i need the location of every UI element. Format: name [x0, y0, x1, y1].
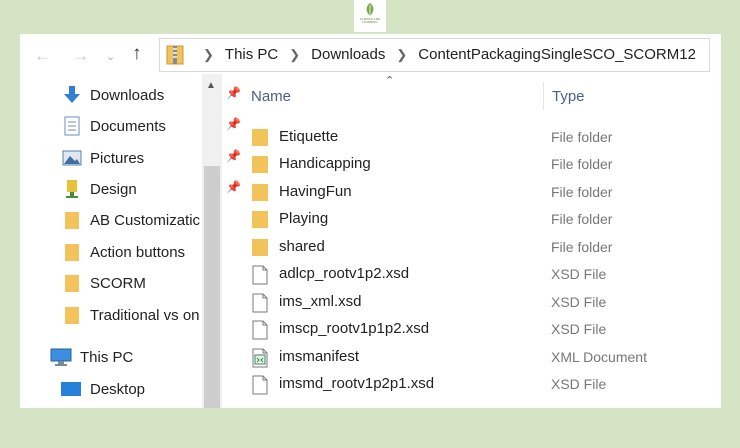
- file-type: XSD File: [551, 266, 607, 282]
- file-name: imsmanifest: [279, 348, 360, 365]
- navigation-pane: Downloads 📌 Documents 📌 Pictures 📌 Desig…: [20, 74, 241, 408]
- zip-folder-icon: [166, 45, 184, 65]
- sidebar-item-label: Action buttons: [90, 243, 186, 261]
- file-row[interactable]: Playing File folder: [223, 206, 721, 232]
- sidebar-item-traditional-vs-online[interactable]: Traditional vs on: [62, 302, 210, 328]
- file-row[interactable]: imsmanifest XML Document: [223, 344, 721, 370]
- breadcrumb: ❯ This PC ❯ Downloads ❯ ContentPackaging…: [192, 46, 696, 63]
- leaf-logo-icon: [366, 3, 374, 17]
- usb-drive-icon: [66, 180, 78, 198]
- sidebar-item-downloads[interactable]: Downloads 📌: [62, 82, 241, 108]
- forward-arrow-icon[interactable]: →: [72, 46, 89, 66]
- sidebar-item-label: AB Customizatic: [90, 211, 201, 229]
- sort-ascending-icon: ⌃: [385, 75, 395, 87]
- sidebar-item-label: Downloads: [90, 86, 165, 104]
- file-name: imscp_rootv1p1p2.xsd: [279, 320, 430, 337]
- sidebar-item-action-buttons[interactable]: Action buttons: [62, 239, 210, 265]
- scrollbar-thumb[interactable]: [204, 166, 220, 408]
- scroll-up-icon[interactable]: ▲: [206, 80, 216, 91]
- file-row[interactable]: shared File folder: [223, 234, 721, 260]
- recent-locations-chevron-icon[interactable]: ⌄: [106, 50, 115, 63]
- folder-icon: [65, 307, 79, 324]
- folder-icon: [252, 239, 268, 256]
- file-type: File folder: [551, 129, 613, 145]
- file-name: ims_xml.xsd: [279, 293, 362, 310]
- sidebar-item-label: Documents: [90, 117, 166, 135]
- file-row[interactable]: imsmd_rootv1p2p1.xsd XSD File: [223, 371, 721, 397]
- file-icon: [252, 265, 268, 285]
- breadcrumb-current-folder[interactable]: ContentPackagingSingleSCO_SCORM12: [418, 46, 696, 63]
- back-arrow-icon[interactable]: ←: [34, 46, 51, 66]
- column-divider[interactable]: [543, 82, 544, 110]
- file-name: adlcp_rootv1p2.xsd: [279, 265, 410, 282]
- file-type: File folder: [551, 156, 613, 172]
- file-name: Playing: [279, 210, 329, 227]
- sidebar-item-scorm[interactable]: SCORM: [62, 270, 210, 296]
- column-header-type[interactable]: Type: [552, 88, 585, 105]
- file-type: XSD File: [551, 376, 607, 392]
- file-type: XML Document: [551, 349, 647, 365]
- file-name: shared: [279, 238, 325, 255]
- file-row[interactable]: Handicapping File folder: [223, 151, 721, 177]
- file-icon: [252, 320, 268, 340]
- column-header-name[interactable]: Name: [251, 88, 291, 105]
- file-list: ⌃ Name Type Etiquette File folder Handic…: [223, 74, 721, 408]
- file-icon: [252, 293, 268, 313]
- folder-icon: [252, 156, 268, 173]
- file-type: File folder: [551, 239, 613, 255]
- file-row[interactable]: imscp_rootv1p1p2.xsd XSD File: [223, 316, 721, 342]
- download-arrow-icon: [64, 86, 80, 103]
- sidebar-item-label: Desktop: [90, 380, 146, 398]
- breadcrumb-separator-icon: ❯: [396, 46, 408, 62]
- sidebar-item-label: This PC: [80, 348, 134, 366]
- file-name: Etiquette: [279, 128, 339, 145]
- breadcrumb-this-pc[interactable]: This PC: [225, 46, 278, 63]
- desktop-icon: [61, 382, 81, 396]
- sidebar-item-label: Design: [90, 180, 137, 198]
- documents-icon: [64, 116, 80, 136]
- file-explorer-window: ← → ⌄ ↑ ❯ This PC ❯ Downloads ❯ ContentP…: [20, 34, 721, 408]
- sidebar-item-design[interactable]: Design 📌: [62, 176, 241, 202]
- address-bar-area: ← → ⌄ ↑ ❯ This PC ❯ Downloads ❯ ContentP…: [20, 34, 721, 74]
- folder-icon: [252, 211, 268, 228]
- navigation-pane-scrollbar[interactable]: ▲: [202, 74, 222, 408]
- xml-file-icon: [252, 348, 268, 368]
- file-name: Handicapping: [279, 155, 371, 172]
- folder-icon: [65, 275, 79, 292]
- up-arrow-icon[interactable]: ↑: [132, 43, 142, 65]
- pictures-icon: [62, 150, 82, 166]
- file-row[interactable]: Etiquette File folder: [223, 124, 721, 150]
- file-icon: [252, 375, 268, 395]
- address-bar[interactable]: ❯ This PC ❯ Downloads ❯ ContentPackaging…: [159, 38, 710, 72]
- sidebar-item-label: Pictures: [90, 149, 145, 167]
- file-row[interactable]: adlcp_rootv1p2.xsd XSD File: [223, 261, 721, 287]
- watermark-logo: SCIENCE AND LEARNING: [354, 0, 386, 32]
- sidebar-item-label: Traditional vs on: [90, 306, 200, 324]
- file-type: XSD File: [551, 294, 607, 310]
- breadcrumb-separator-icon: ❯: [289, 46, 301, 62]
- file-row[interactable]: HavingFun File folder: [223, 179, 721, 205]
- file-type: File folder: [551, 184, 613, 200]
- file-name: imsmd_rootv1p2p1.xsd: [279, 375, 435, 392]
- computer-icon: [50, 348, 72, 366]
- breadcrumb-separator-icon: ❯: [203, 46, 214, 62]
- file-type: File folder: [551, 211, 613, 227]
- file-name: HavingFun: [279, 183, 352, 200]
- sidebar-item-this-pc[interactable]: This PC: [50, 344, 200, 370]
- folder-icon: [65, 212, 79, 229]
- logo-text: SCIENCE AND LEARNING: [359, 17, 381, 24]
- sidebar-item-pictures[interactable]: Pictures 📌: [62, 145, 241, 171]
- file-type: XSD File: [551, 321, 607, 337]
- folder-icon: [252, 129, 268, 146]
- folder-icon: [65, 244, 79, 261]
- sidebar-item-desktop[interactable]: Desktop: [60, 376, 210, 402]
- file-row[interactable]: ims_xml.xsd XSD File: [223, 289, 721, 315]
- sidebar-item-documents[interactable]: Documents 📌: [62, 113, 241, 139]
- sidebar-item-ab-customization[interactable]: AB Customizatic: [62, 207, 210, 233]
- breadcrumb-downloads[interactable]: Downloads: [311, 46, 385, 63]
- folder-icon: [252, 184, 268, 201]
- sidebar-item-label: SCORM: [90, 274, 146, 292]
